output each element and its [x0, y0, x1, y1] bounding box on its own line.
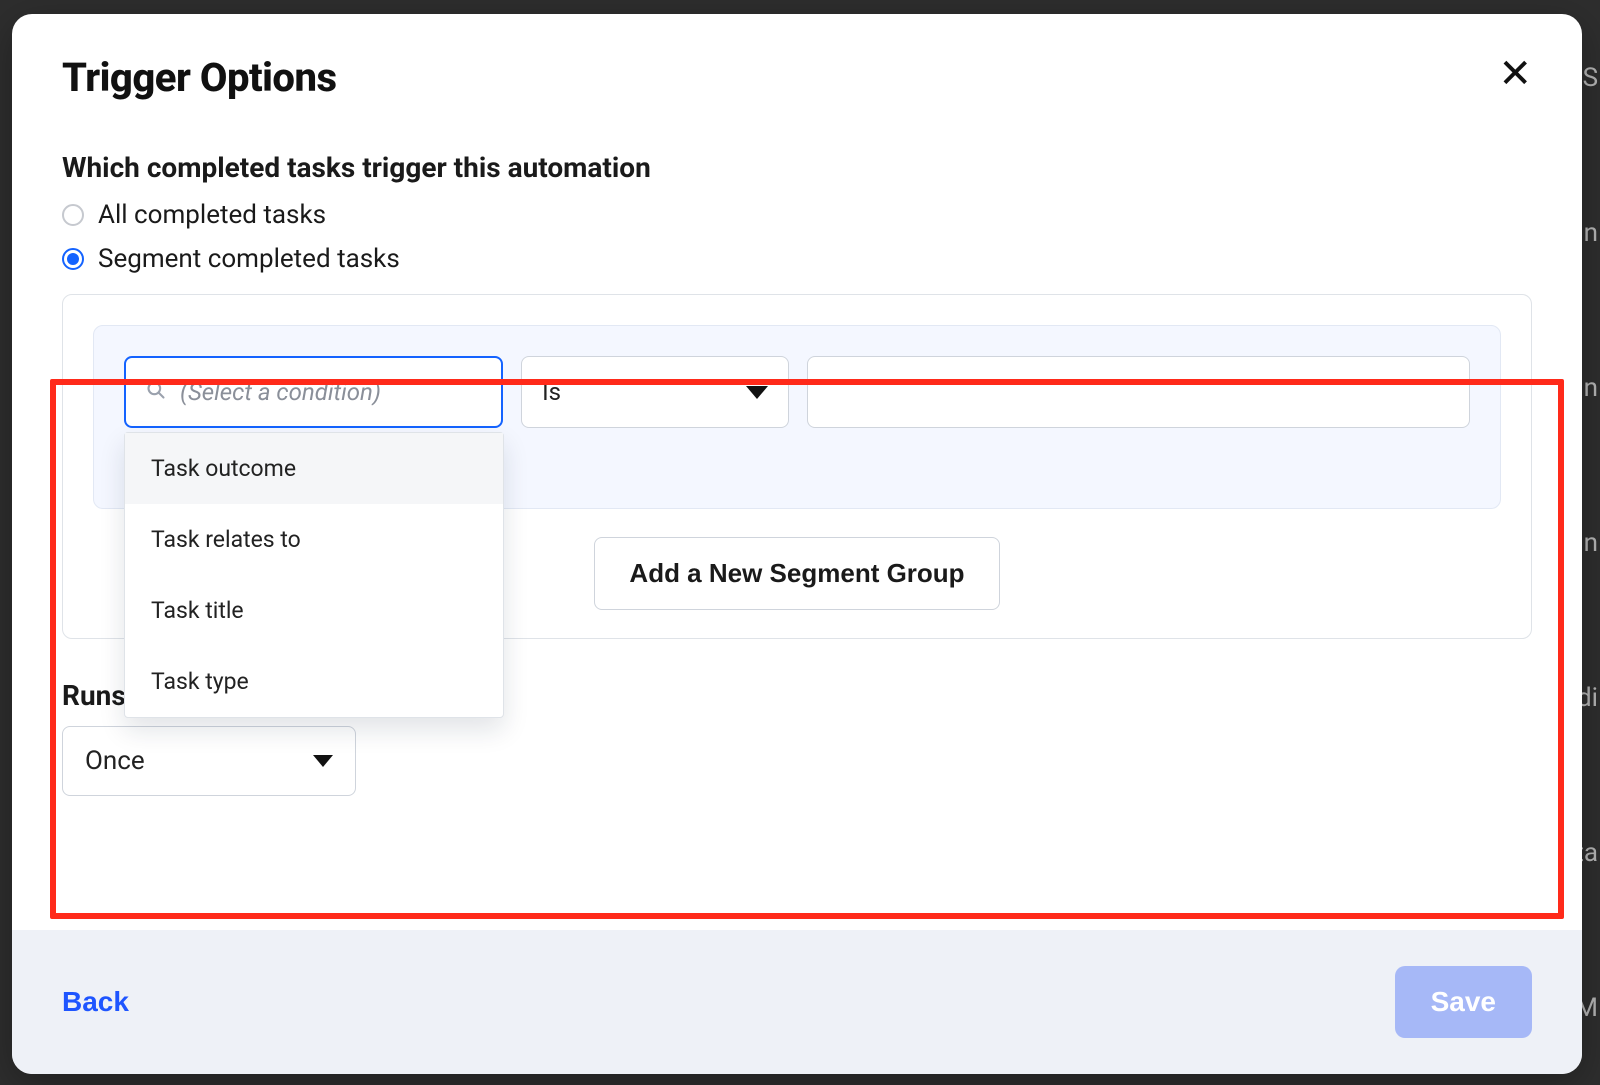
- radio-all-label: All completed tasks: [98, 200, 326, 230]
- runs-select[interactable]: Once: [62, 726, 356, 796]
- operator-value: Is: [542, 378, 561, 406]
- radio-icon-unselected: [62, 204, 84, 226]
- modal-footer: Back Save: [12, 930, 1582, 1074]
- modal-title: Trigger Options: [62, 54, 336, 101]
- back-button[interactable]: Back: [62, 986, 129, 1018]
- runs-value: Once: [85, 746, 145, 776]
- condition-select[interactable]: (Select a condition): [124, 356, 503, 428]
- radio-segment-label: Segment completed tasks: [98, 244, 400, 274]
- segment-container: (Select a condition) Is Task outcome Tas…: [62, 294, 1532, 639]
- modal-body: Which completed tasks trigger this autom…: [12, 121, 1582, 930]
- search-icon: [146, 378, 166, 406]
- radio-icon-selected: [62, 248, 84, 270]
- segment-condition-row: (Select a condition) Is Task outcome Tas…: [93, 325, 1501, 509]
- close-icon: ✕: [1498, 52, 1532, 96]
- radio-option-segment[interactable]: Segment completed tasks: [62, 244, 1532, 274]
- trigger-options-modal: Trigger Options ✕ Which completed tasks …: [12, 14, 1582, 1074]
- trigger-question: Which completed tasks trigger this autom…: [62, 151, 1532, 184]
- modal-header: Trigger Options ✕: [12, 14, 1582, 121]
- dropdown-item-task-outcome[interactable]: Task outcome: [125, 433, 503, 504]
- operator-select[interactable]: Is: [521, 356, 788, 428]
- caret-down-icon: [313, 755, 333, 767]
- caret-down-icon: [746, 386, 768, 399]
- dropdown-item-task-type[interactable]: Task type: [125, 646, 503, 717]
- save-button[interactable]: Save: [1395, 966, 1532, 1038]
- close-button[interactable]: ✕: [1498, 54, 1532, 94]
- radio-option-all[interactable]: All completed tasks: [62, 200, 1532, 230]
- condition-placeholder: (Select a condition): [180, 378, 381, 406]
- add-segment-group-button[interactable]: Add a New Segment Group: [594, 537, 999, 610]
- dropdown-item-task-relates-to[interactable]: Task relates to: [125, 504, 503, 575]
- dropdown-item-task-title[interactable]: Task title: [125, 575, 503, 646]
- value-input[interactable]: [807, 356, 1470, 428]
- condition-dropdown: Task outcome Task relates to Task title …: [124, 432, 504, 718]
